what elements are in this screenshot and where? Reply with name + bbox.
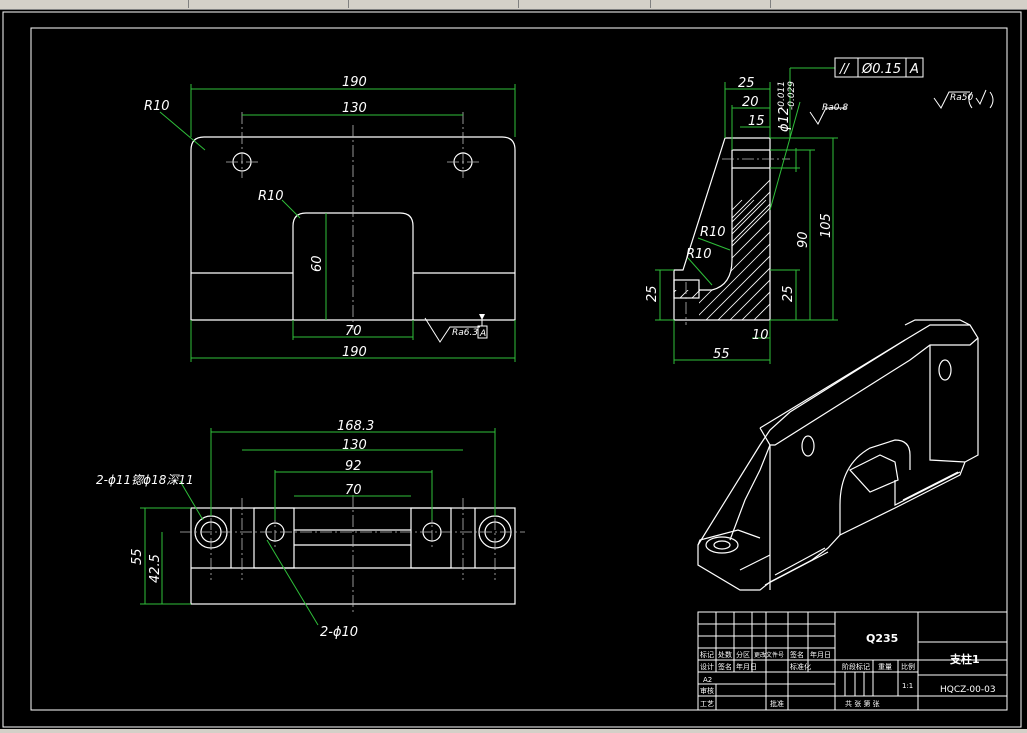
tb-label-change: 更改文件号 <box>754 651 784 659</box>
tb-label-approve: 批准 <box>770 699 784 708</box>
roughness-side: Ra0.8 <box>822 103 848 113</box>
tb-label-review: 审核 <box>700 686 714 695</box>
tb-label-design: 设计 <box>700 662 714 671</box>
dim-top-70: 70 <box>345 483 362 498</box>
drawing-border <box>30 27 1008 711</box>
dim-side-25-left: 25 <box>645 285 660 302</box>
dim-side-25-right: 25 <box>781 285 796 302</box>
tb-label-standard: 标准化 <box>790 662 811 671</box>
tb-label-sign: 签名 <box>790 650 804 659</box>
title-part-name: 支柱1 <box>949 652 980 666</box>
title-drawing-no: HQCZ-00-03 <box>940 685 996 695</box>
tb-label-date: 年月日 <box>810 650 831 659</box>
radius-side-b: R10 <box>686 247 712 262</box>
tb-label-scale: 比例 <box>901 662 915 671</box>
tb-label-stage: 阶段标记 <box>842 662 870 671</box>
roughness-front: Ra6.3 <box>452 328 478 338</box>
dim-front-190-top: 190 <box>342 75 367 90</box>
tb-label-mark: 标记 <box>700 650 714 659</box>
radius-front-slot: R10 <box>258 189 284 204</box>
tb-label-design-date: 年月日 <box>736 662 757 671</box>
title-scale: 1:1 <box>902 682 913 690</box>
outer-frame <box>2 11 1022 728</box>
datum-front: A <box>479 329 486 339</box>
dim-front-130: 130 <box>342 101 367 116</box>
dim-front-70: 70 <box>345 324 362 339</box>
dim-top-55: 55 <box>130 548 145 565</box>
dim-front-190-bottom: 190 <box>342 345 367 360</box>
section-hatch <box>674 168 770 320</box>
tb-label-sheets: 共 张 第 张 <box>845 699 880 708</box>
tolerance-symbol: // <box>839 62 850 77</box>
tb-label-process: 工艺 <box>700 700 714 708</box>
title-sheet-size: A2 <box>703 676 712 684</box>
note-holes: 2-ϕ10 <box>320 625 358 640</box>
radius-side-a: R10 <box>700 225 726 240</box>
dim-side-25: 25 <box>738 76 755 91</box>
note-counterbore: 2-ϕ11锪ϕ18深11 <box>96 473 194 487</box>
front-view <box>159 84 516 362</box>
radius-front-corner: R10 <box>144 99 170 114</box>
tolerance-datum: A <box>909 62 919 77</box>
tol-side-upper: -0.011 <box>777 81 787 110</box>
dim-side-15: 15 <box>748 114 765 129</box>
tb-label-zone: 分区 <box>736 650 750 659</box>
dim-front-60: 60 <box>310 255 325 272</box>
tb-label-design-sign: 签名 <box>718 662 732 671</box>
dim-side-20: 20 <box>742 95 759 110</box>
tolerance-value: Ø0.15 <box>861 62 901 77</box>
top-view <box>140 428 525 626</box>
dim-top-130: 130 <box>342 438 367 453</box>
dim-top-1683: 168.3 <box>337 419 374 434</box>
dim-side-55: 55 <box>713 347 730 362</box>
dim-top-92: 92 <box>345 459 362 474</box>
dim-top-425: 42.5 <box>148 554 163 583</box>
dim-side-90: 90 <box>796 231 811 248</box>
title-material: Q235 <box>866 632 898 645</box>
tb-label-count: 处数 <box>718 650 732 659</box>
tb-label-weight: 重量 <box>878 663 892 671</box>
cad-drawing-canvas[interactable]: 190 130 190 70 60 R10 R10 Ra6.3 A 25 20 … <box>0 0 1027 733</box>
dim-side-105: 105 <box>819 213 834 238</box>
dim-side-10: 10 <box>752 328 769 343</box>
tol-side-lower: -0.029 <box>787 81 797 110</box>
